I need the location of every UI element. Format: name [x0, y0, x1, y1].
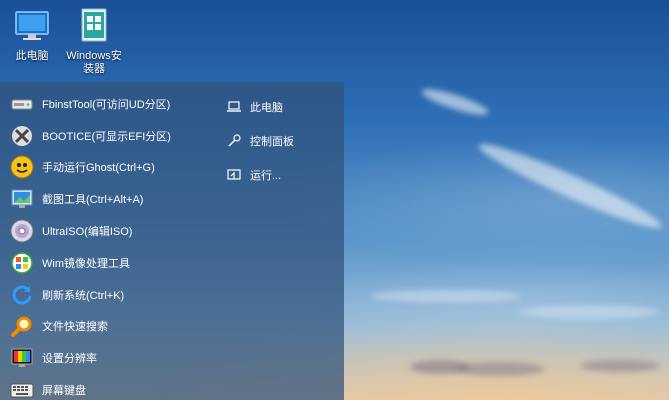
menu-item-label: 文件快速搜索 — [42, 321, 108, 334]
menu-item-label: 屏幕键盘 — [42, 385, 86, 398]
menu-item-screenshot[interactable]: 截图工具(Ctrl+Alt+A) — [0, 183, 210, 215]
cloud — [474, 135, 666, 237]
menu-item-refresh-system[interactable]: 刷新系统(Ctrl+K) — [0, 279, 210, 311]
cloud — [520, 305, 660, 319]
cloud — [580, 360, 660, 372]
desktop-icon-label: 此电脑 — [15, 50, 49, 62]
keyboard-icon — [10, 378, 34, 400]
cloud — [370, 290, 520, 302]
menu-item-fbinsttool[interactable]: FbinstTool(可访问UD分区) — [0, 88, 210, 120]
menu-item-set-resolution[interactable]: 设置分辨率 — [0, 342, 210, 374]
menu-item-label: FbinstTool(可访问UD分区) — [42, 98, 171, 111]
desktop-icon-this-pc[interactable]: 此电脑 — [0, 6, 64, 63]
menu-item-label: BOOTICE(可显示EFI分区) — [42, 130, 171, 143]
desktop-icon-windows-installer[interactable]: Windows安装器 — [62, 6, 126, 76]
shortcut-control-panel[interactable]: 控制面板 — [226, 124, 336, 158]
menu-item-wim-tool[interactable]: Wim镜像处理工具 — [0, 247, 210, 279]
laptop-icon — [226, 99, 242, 115]
menu-item-label: 截图工具(Ctrl+Alt+A) — [42, 194, 144, 207]
resolution-icon — [10, 346, 34, 370]
shortcut-label: 此电脑 — [250, 102, 283, 114]
disc-icon — [10, 219, 34, 243]
run-icon — [226, 167, 242, 183]
cloud — [419, 84, 491, 120]
menu-item-label: UltraISO(编辑ISO) — [42, 226, 133, 239]
screenshot-icon — [10, 187, 34, 211]
menu-item-screen-keyboard[interactable]: 屏幕键盘 — [0, 374, 210, 400]
search-icon — [10, 314, 34, 338]
desktop-icon-label: Windows安装器 — [66, 50, 122, 75]
wim-tool-icon — [10, 251, 34, 275]
bootice-icon — [10, 124, 34, 148]
menu-item-label: 设置分辨率 — [42, 353, 97, 366]
menu-item-file-search[interactable]: 文件快速搜索 — [0, 311, 210, 343]
cloud — [455, 362, 545, 376]
refresh-icon — [10, 283, 34, 307]
start-menu-program-list: FbinstTool(可访问UD分区) BOOTICE(可显示EFI分区) 手动… — [0, 88, 210, 400]
shortcut-label: 运行... — [250, 170, 282, 182]
shortcut-this-pc[interactable]: 此电脑 — [226, 90, 336, 124]
start-menu: FbinstTool(可访问UD分区) BOOTICE(可显示EFI分区) 手动… — [0, 82, 344, 400]
drive-icon — [10, 92, 34, 116]
shortcut-label: 控制面板 — [250, 136, 294, 148]
wrench-icon — [226, 133, 242, 149]
windows-installer-icon — [74, 6, 114, 46]
menu-item-label: 手动运行Ghost(Ctrl+G) — [42, 162, 155, 175]
shortcut-run[interactable]: 运行... — [226, 158, 336, 192]
start-menu-shortcuts: 此电脑 控制面板 运行... — [226, 90, 336, 192]
menu-item-ghost[interactable]: 手动运行Ghost(Ctrl+G) — [0, 152, 210, 184]
menu-item-bootice[interactable]: BOOTICE(可显示EFI分区) — [0, 120, 210, 152]
menu-item-label: 刷新系统(Ctrl+K) — [42, 289, 125, 302]
menu-item-ultraiso[interactable]: UltraISO(编辑ISO) — [0, 215, 210, 247]
ghost-icon — [10, 155, 34, 179]
menu-item-label: Wim镜像处理工具 — [42, 257, 130, 270]
computer-icon — [12, 6, 52, 46]
